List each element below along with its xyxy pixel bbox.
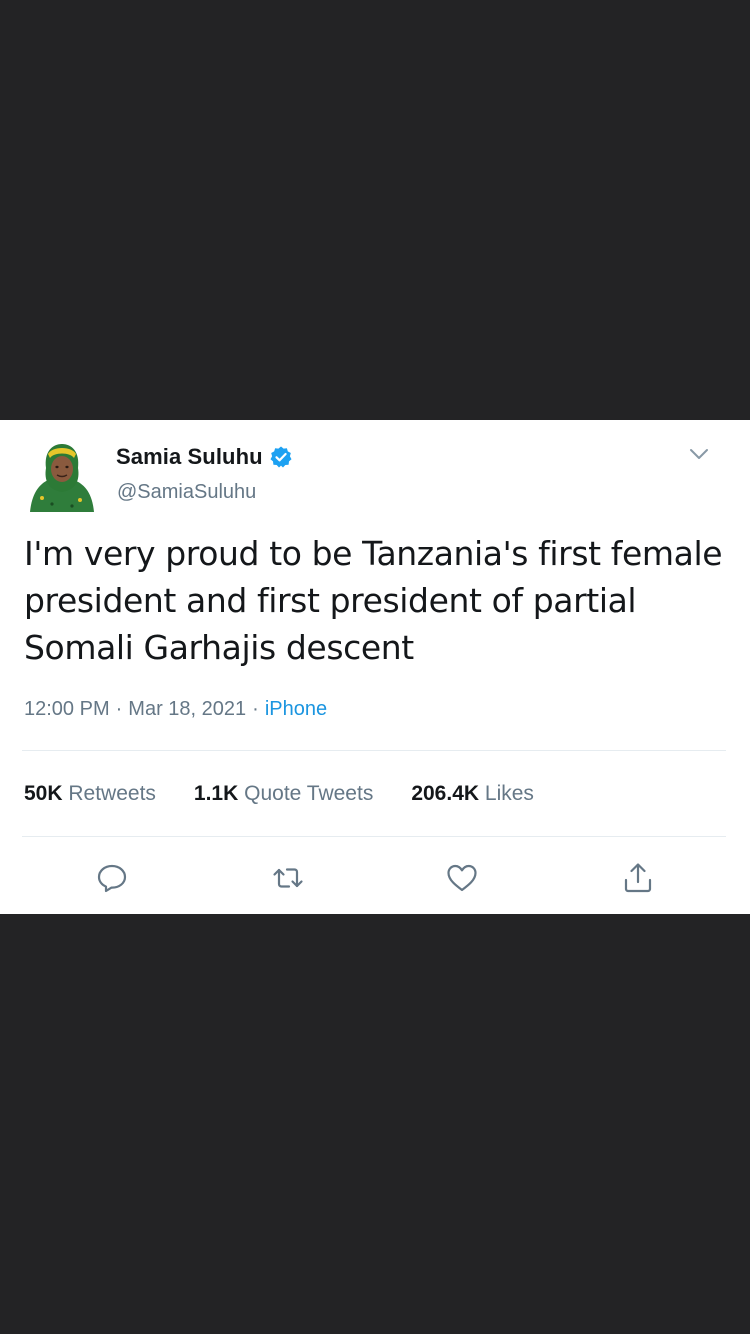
retweet-icon[interactable]: [270, 860, 306, 896]
reply-icon[interactable]: [94, 860, 130, 896]
verified-badge-icon: [269, 445, 293, 469]
divider: [22, 836, 726, 837]
tweet-source-link[interactable]: iPhone: [265, 698, 327, 720]
tweet-card: Samia Suluhu @SamiaSuluhu I'm very proud…: [0, 420, 750, 914]
tweet-time[interactable]: 12:00 PM: [24, 698, 110, 720]
retweets-label: Retweets: [68, 782, 156, 805]
retweets-count: 50K: [24, 782, 63, 805]
divider: [22, 750, 726, 751]
retweets-stat[interactable]: 50K Retweets: [24, 782, 156, 806]
quote-tweets-stat[interactable]: 1.1K Quote Tweets: [194, 782, 373, 806]
quote-tweets-label: Quote Tweets: [244, 782, 374, 805]
avatar[interactable]: [26, 440, 96, 512]
chevron-down-icon[interactable]: [686, 444, 712, 464]
tweet-stats: 50K Retweets 1.1K Quote Tweets 206.4K Li…: [24, 782, 534, 806]
likes-stat[interactable]: 206.4K Likes: [411, 782, 534, 806]
meta-separator: ·: [115, 698, 123, 720]
tweet-meta: 12:00 PM · Mar 18, 2021 · iPhone: [24, 698, 327, 721]
quote-tweets-count: 1.1K: [193, 782, 239, 805]
author-handle[interactable]: @SamiaSuluhu: [117, 481, 256, 504]
share-icon[interactable]: [620, 860, 656, 896]
likes-label: Likes: [484, 782, 534, 805]
display-name[interactable]: Samia Suluhu: [116, 444, 263, 470]
tweet-date[interactable]: Mar 18, 2021: [128, 698, 246, 720]
author-name-row[interactable]: Samia Suluhu: [116, 444, 293, 470]
likes-count: 206.4K: [411, 782, 480, 805]
like-icon[interactable]: [444, 860, 480, 896]
profile-photo-icon: [26, 440, 96, 512]
tweet-text: I'm very proud to be Tanzania's first fe…: [24, 534, 723, 667]
meta-separator: ·: [252, 698, 259, 720]
